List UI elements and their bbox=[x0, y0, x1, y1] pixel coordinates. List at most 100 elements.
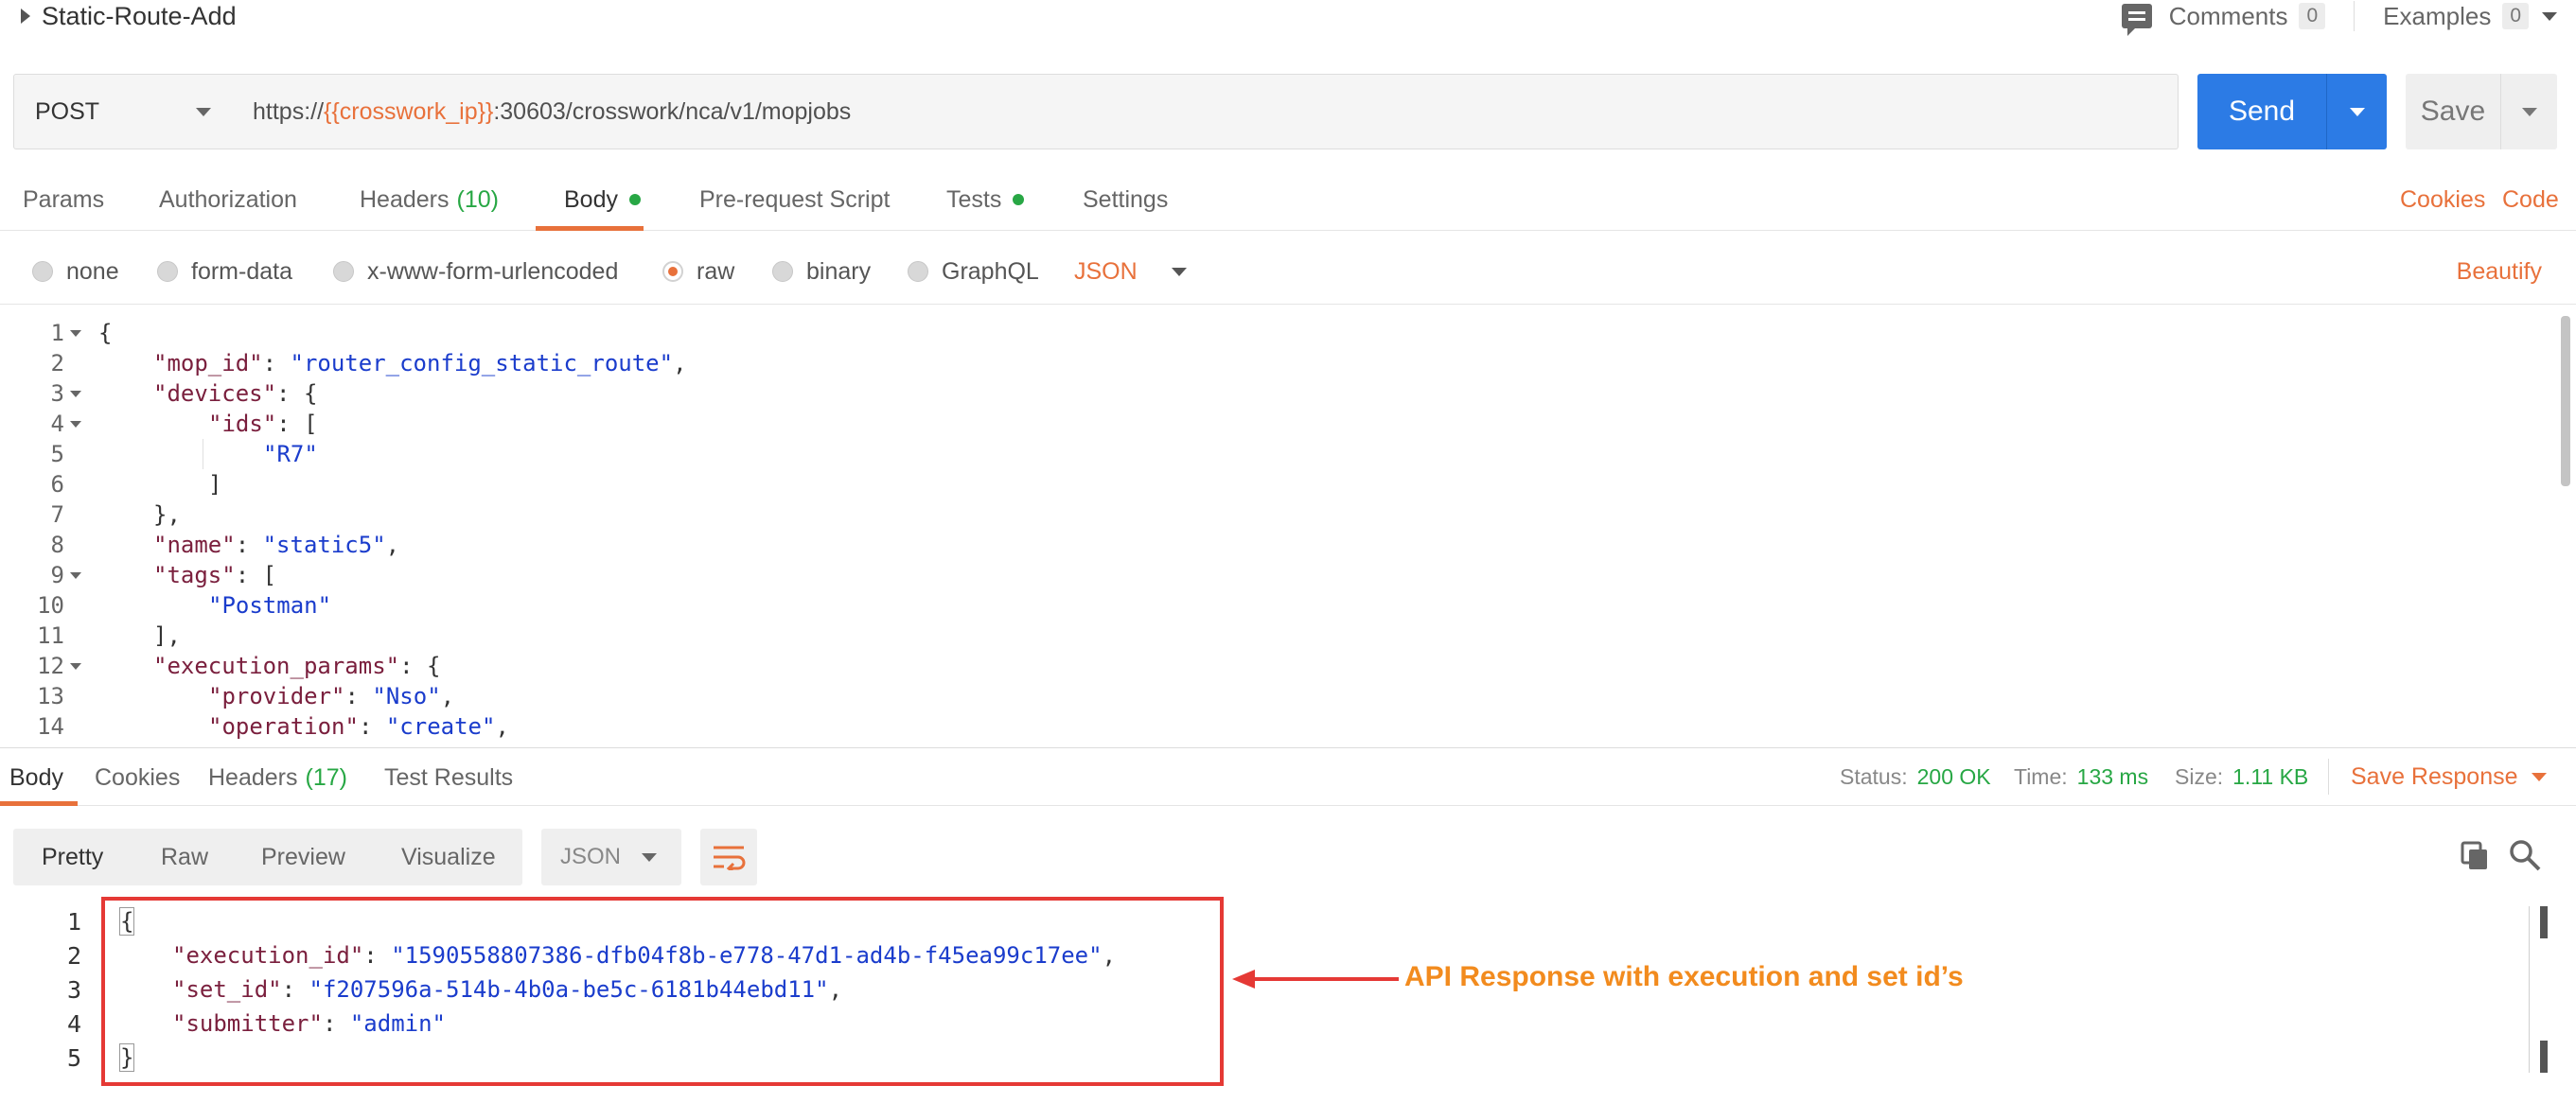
search-icon[interactable] bbox=[2508, 838, 2542, 872]
code-punct: : { bbox=[399, 653, 441, 679]
json-string: "router_config_static_route" bbox=[290, 350, 674, 376]
comment-icon[interactable] bbox=[2121, 4, 2152, 36]
response-tab-test-results[interactable]: Test Results bbox=[384, 748, 513, 807]
code-line: 11], bbox=[0, 621, 2546, 651]
method-select[interactable]: POST bbox=[13, 74, 233, 149]
view-raw-button[interactable]: Raw bbox=[161, 829, 208, 885]
comments-count: 0 bbox=[2299, 3, 2326, 29]
code-line: 9 "tags": [ bbox=[0, 560, 2546, 590]
json-key: "execution_params" bbox=[153, 653, 400, 679]
radio-form-data[interactable]: form-data bbox=[157, 238, 292, 305]
code-punct: ] bbox=[208, 471, 222, 498]
fold-arrow-icon[interactable] bbox=[70, 662, 81, 670]
request-body-editor[interactable]: 1 {2 "mop_id": "router_config_static_route… bbox=[0, 310, 2576, 745]
radio-urlencoded[interactable]: x-www-form-urlencoded bbox=[333, 238, 618, 305]
code-text: "execution_params": { bbox=[98, 653, 440, 679]
json-string: "R7" bbox=[263, 441, 318, 467]
response-tab-cookies[interactable]: Cookies bbox=[95, 748, 180, 807]
view-pretty-button[interactable]: Pretty bbox=[42, 829, 103, 885]
line-number: 1 bbox=[50, 320, 64, 346]
tab-label: Pre-request Script bbox=[699, 185, 891, 213]
fold-arrow-icon[interactable] bbox=[70, 329, 81, 337]
annotation-arrow-icon bbox=[1232, 970, 1399, 989]
request-header: Static-Route-Add Comments 0 Examples 0 bbox=[0, 0, 2576, 40]
time-readout: Time: 133 ms bbox=[2014, 747, 2148, 806]
response-view-modes: Pretty Raw Preview Visualize bbox=[13, 829, 522, 885]
code-text: ] bbox=[98, 471, 221, 498]
json-key: "name" bbox=[153, 532, 236, 558]
size-label: Size: bbox=[2175, 763, 2224, 789]
code-punct: : bbox=[358, 713, 386, 740]
url-path: :30603/crosswork/nca/v1/mopjobs bbox=[493, 97, 852, 125]
json-key: "tags" bbox=[153, 562, 236, 588]
method-label: POST bbox=[35, 97, 100, 125]
tab-body[interactable]: Body bbox=[564, 168, 641, 231]
tab-label: Params bbox=[23, 185, 105, 213]
tab-params[interactable]: Params bbox=[23, 168, 104, 231]
tab-headers[interactable]: Headers (10) bbox=[360, 168, 499, 231]
tab-settings[interactable]: Settings bbox=[1083, 168, 1168, 231]
scrollbar-thumb[interactable] bbox=[2540, 906, 2548, 938]
line-number: 2 bbox=[50, 350, 64, 376]
url-input[interactable]: https://{{crosswork_ip}}:30603/crosswork… bbox=[232, 74, 2179, 149]
code-text: { bbox=[98, 320, 112, 346]
url-variable: {{crosswork_ip}} bbox=[324, 97, 494, 125]
tab-label: Body bbox=[9, 763, 63, 791]
tab-label: Authorization bbox=[159, 185, 297, 213]
code-link[interactable]: Code bbox=[2502, 168, 2559, 231]
fold-arrow-icon[interactable] bbox=[70, 420, 81, 428]
save-options-button[interactable] bbox=[2501, 107, 2557, 116]
json-string: "Postman" bbox=[208, 592, 332, 619]
beautify-link[interactable]: Beautify bbox=[2457, 238, 2542, 305]
fold-arrow-icon[interactable] bbox=[70, 390, 81, 397]
send-options-button[interactable] bbox=[2327, 107, 2387, 116]
expand-triangle-icon[interactable] bbox=[21, 9, 30, 24]
examples-button[interactable]: Examples bbox=[2383, 2, 2491, 31]
line-number: 6 bbox=[50, 471, 64, 498]
copy-icon[interactable] bbox=[2461, 841, 2489, 871]
request-name[interactable]: Static-Route-Add bbox=[21, 0, 237, 32]
response-tab-body[interactable]: Body bbox=[9, 748, 63, 807]
size-value: 1.11 KB bbox=[2232, 763, 2309, 789]
radio-binary[interactable]: binary bbox=[772, 238, 871, 305]
code-text: "operation": "create", bbox=[98, 713, 509, 740]
code-text: "devices": { bbox=[98, 380, 317, 407]
line-number: 13 bbox=[37, 683, 64, 709]
response-tab-headers[interactable]: Headers (17) bbox=[208, 748, 347, 807]
save-response-button[interactable]: Save Response bbox=[2351, 747, 2547, 806]
chevron-down-icon[interactable] bbox=[2542, 11, 2557, 21]
examples-count: 0 bbox=[2502, 3, 2529, 29]
radio-none[interactable]: none bbox=[32, 238, 119, 305]
scrollbar-thumb[interactable] bbox=[2540, 1041, 2548, 1073]
response-format-select[interactable]: JSON bbox=[541, 829, 681, 885]
code-line: 6] bbox=[0, 469, 2546, 499]
size-readout: Size: 1.11 KB bbox=[2175, 747, 2308, 806]
view-visualize-button[interactable]: Visualize bbox=[401, 829, 496, 885]
body-format-select[interactable]: JSON bbox=[1074, 238, 1187, 305]
tab-prerequest-script[interactable]: Pre-request Script bbox=[699, 168, 890, 231]
json-key: "mop_id" bbox=[153, 350, 263, 376]
save-button[interactable]: Save bbox=[2406, 74, 2557, 149]
tab-tests[interactable]: Tests bbox=[946, 168, 1025, 231]
annotation-label: API Response with execution and set id’s bbox=[1404, 961, 1964, 992]
time-value: 133 ms bbox=[2076, 763, 2149, 789]
chevron-down-icon bbox=[1171, 267, 1187, 276]
divider bbox=[2354, 1, 2355, 31]
cookies-link[interactable]: Cookies bbox=[2400, 168, 2485, 231]
radio-label: raw bbox=[697, 257, 735, 285]
code-punct: , bbox=[495, 713, 509, 740]
radio-graphql[interactable]: GraphQL bbox=[908, 238, 1039, 305]
comments-button[interactable]: Comments bbox=[2169, 2, 2288, 31]
send-button[interactable]: Send bbox=[2197, 74, 2387, 149]
radio-raw[interactable]: raw bbox=[662, 238, 734, 305]
code-punct: : bbox=[235, 532, 263, 558]
line-number: 1 bbox=[66, 907, 81, 936]
code-line: 2 "mop_id": "router_config_static_route", bbox=[0, 348, 2546, 378]
tab-authorization[interactable]: Authorization bbox=[159, 168, 297, 231]
fold-arrow-icon[interactable] bbox=[70, 571, 81, 579]
highlight-box bbox=[101, 897, 1224, 1086]
wrap-lines-button[interactable] bbox=[700, 829, 757, 885]
editor-scrollbar[interactable] bbox=[2561, 316, 2570, 486]
code-text: "Postman" bbox=[98, 592, 331, 619]
view-preview-button[interactable]: Preview bbox=[261, 829, 345, 885]
